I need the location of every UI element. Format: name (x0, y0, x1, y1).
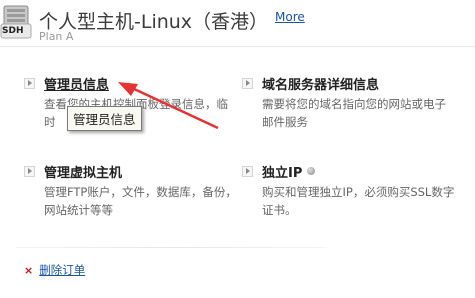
dns-info-desc: 需要将您的域名指向您的网站或电子邮件服务 (262, 97, 446, 129)
sdh-logo: SDH (0, 4, 36, 42)
arrow-bullet-icon (242, 165, 253, 177)
status-dot-icon (307, 167, 316, 175)
footer-divider (16, 247, 326, 248)
server-icon (0, 5, 32, 39)
header-divider (0, 46, 475, 47)
dns-info-link[interactable]: 域名服务器详细信息 (262, 74, 379, 93)
logo-label: SDH (2, 26, 24, 36)
x-icon: × (24, 263, 34, 277)
cancel-order-link[interactable]: 删除订单 (39, 262, 85, 278)
arrow-bullet-icon (24, 77, 35, 89)
arrow-bullet-icon (242, 77, 253, 89)
cancel-order[interactable]: × 删除订单 (24, 262, 85, 278)
manage-host-desc: 管理FTP账户，文件，数据库，备份，网站统计等等 (44, 185, 237, 217)
dedicated-ip-card: 独立IP 购买和管理独立IP，必须购买SSL数字证书。 (242, 162, 457, 219)
manage-host-card: 管理虚拟主机 管理FTP账户，文件，数据库，备份，网站统计等等 (24, 162, 239, 219)
manage-host-link[interactable]: 管理虚拟主机 (44, 162, 122, 181)
dns-info-card: 域名服务器详细信息 需要将您的域名指向您的网站或电子邮件服务 (242, 74, 457, 131)
admin-info-link[interactable]: 管理员信息 (44, 74, 109, 93)
more-link[interactable]: More (275, 10, 305, 24)
arrow-bullet-icon (24, 165, 35, 177)
dedicated-ip-desc: 购买和管理独立IP，必须购买SSL数字证书。 (262, 185, 455, 217)
plan-label: Plan A (39, 30, 74, 43)
tooltip: 管理员信息 (67, 106, 142, 131)
page-header: SDH 个人型主机-Linux（香港） More Plan A (0, 0, 475, 46)
dedicated-ip-link[interactable]: 独立IP (262, 162, 302, 181)
